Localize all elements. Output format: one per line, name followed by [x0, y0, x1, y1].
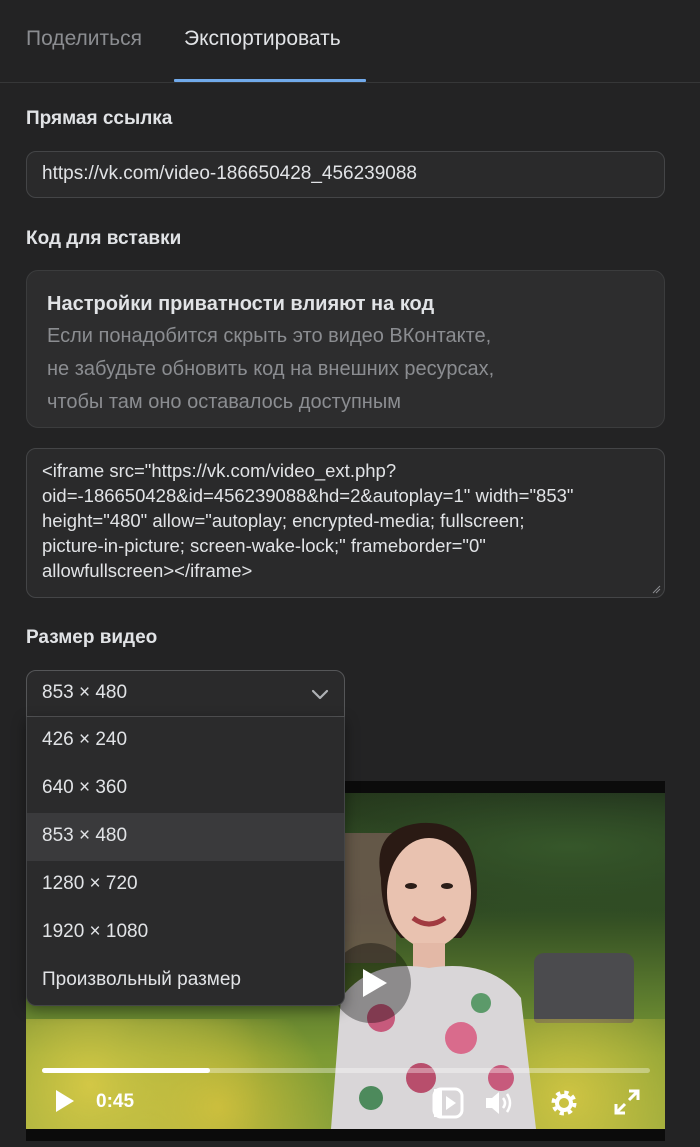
privacy-notice-line: Если понадобится скрыть это видео ВКонта…	[47, 325, 492, 347]
embed-code-label: Код для вставки	[26, 228, 182, 249]
privacy-notice-title: Настройки приватности влияют на код	[47, 293, 435, 315]
active-tab-indicator	[174, 79, 366, 82]
video-size-dropdown: 426 × 240 640 × 360 853 × 480 1280 × 720…	[26, 717, 345, 1006]
size-option[interactable]: 640 × 360	[27, 765, 344, 813]
autoplay-toggle-icon[interactable]	[431, 1086, 465, 1120]
privacy-notice: Настройки приватности влияют на код Если…	[26, 270, 665, 428]
embed-code-line: picture-in-picture; screen-wake-lock;" f…	[42, 535, 486, 556]
embed-code-line: oid=-186650428&id=456239088&hd=2&autopla…	[42, 485, 574, 506]
privacy-notice-line: не забудьте обновить код на внешних ресу…	[47, 358, 495, 380]
embed-code-line: <iframe src="https://vk.com/video_ext.ph…	[42, 460, 397, 481]
tab-export[interactable]: Экспортировать	[184, 26, 341, 52]
video-size-selected: 853 × 480	[42, 682, 128, 703]
size-option[interactable]: 426 × 240	[27, 717, 344, 765]
direct-link-label: Прямая ссылка	[26, 108, 173, 129]
privacy-notice-line: чтобы там оно оставалось доступным	[47, 391, 401, 413]
settings-gear-icon[interactable]	[547, 1086, 581, 1120]
volume-icon[interactable]	[482, 1086, 516, 1120]
resize-grip-icon[interactable]	[651, 584, 661, 594]
chevron-down-icon	[311, 689, 329, 700]
current-time: 0:45	[96, 1091, 135, 1112]
embed-code-textarea[interactable]: <iframe src="https://vk.com/video_ext.ph…	[26, 448, 665, 598]
progress-bar[interactable]	[42, 1068, 650, 1073]
video-size-label: Размер видео	[26, 627, 158, 648]
embed-code-line: allowfullscreen></iframe>	[42, 560, 253, 581]
play-button-icon[interactable]	[52, 1086, 78, 1116]
video-size-select[interactable]: 853 × 480	[26, 670, 345, 717]
tab-bar: Поделиться Экспортировать	[0, 0, 700, 83]
size-option-custom[interactable]: Произвольный размер	[27, 957, 344, 1005]
direct-link-field[interactable]: https://vk.com/video-186650428_456239088	[26, 151, 665, 198]
tab-share[interactable]: Поделиться	[26, 26, 142, 52]
embed-code-line: height="480" allow="autoplay; encrypted-…	[42, 510, 525, 531]
fullscreen-icon[interactable]	[611, 1086, 643, 1118]
size-option[interactable]: 1280 × 720	[27, 861, 344, 909]
progress-fill	[42, 1068, 210, 1073]
size-option[interactable]: 1920 × 1080	[27, 909, 344, 957]
privacy-notice-text: Если понадобится скрыть это видео ВКонта…	[47, 320, 644, 419]
size-option-selected[interactable]: 853 × 480	[27, 813, 344, 861]
